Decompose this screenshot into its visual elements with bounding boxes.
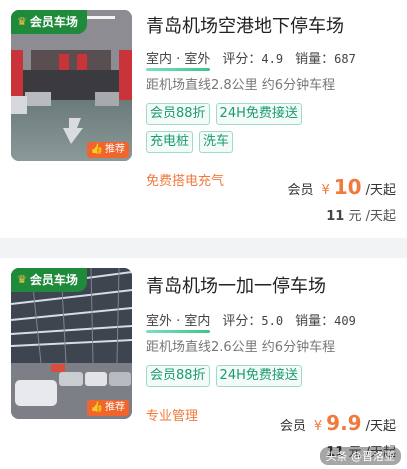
listing-meta: 室外 · 室内 评分：5.0 销量：409	[146, 310, 356, 333]
recommend-label: 推荐	[105, 144, 125, 155]
location-type: 室外 · 室内	[146, 310, 211, 333]
member-lot-badge: ♛ 会员车场	[11, 10, 87, 34]
listing-title[interactable]: 青岛机场一加一停车场	[146, 272, 326, 298]
card-separator	[0, 238, 407, 258]
member-lot-badge: ♛ 会员车场	[11, 268, 87, 292]
listing-meta: 室内 · 室外 评分：4.9 销量：687	[146, 48, 356, 71]
recommend-label: 推荐	[105, 402, 125, 413]
distance-info: 距机场直线2.6公里 约6分钟车程	[146, 340, 336, 355]
sales-label: 销量：	[295, 52, 335, 67]
member-price: 会员 ¥ 9.9 /天起	[280, 411, 396, 435]
tag-member-discount: 会员88折	[146, 103, 210, 125]
tag-shuttle: 24H免费接送	[215, 103, 302, 125]
member-badge-label: 会员车场	[29, 273, 78, 287]
original-price-unit: 元 /天起	[348, 209, 396, 224]
promo-text: 免费搭电充气	[146, 174, 225, 189]
distance-info: 距机场直线2.8公里 约6分钟车程	[146, 78, 336, 93]
sales-value: 687	[334, 52, 356, 66]
recommend-badge: 👍 推荐	[86, 142, 129, 158]
member-price-label: 会员	[287, 183, 314, 198]
member-price-label: 会员	[279, 419, 306, 434]
rating-value: 5.0	[261, 314, 284, 328]
tag-shuttle: 24H免费接送	[215, 365, 302, 387]
tag-car-wash: 洗车	[199, 131, 234, 153]
rating-value: 4.9	[261, 52, 284, 66]
original-price: 11 元 /天起	[326, 205, 396, 224]
member-price-value: 9.9	[326, 411, 362, 435]
source-watermark: 头条 @晋洛亚	[319, 447, 401, 465]
listing-title[interactable]: 青岛机场空港地下停车场	[146, 12, 344, 38]
feature-tags: 会员88折 24H免费接送	[146, 365, 326, 387]
parking-listing-card[interactable]: ♛ 会员车场 👍 推荐 青岛机场一加一停车场 室外 · 室内 评分：5.0 销量…	[0, 258, 407, 469]
crown-icon: ♛	[17, 15, 27, 28]
location-type: 室内 · 室外	[146, 48, 211, 71]
crown-icon: ♛	[17, 273, 27, 286]
member-price: 会员 ¥ 10 /天起	[287, 175, 396, 199]
sales-label: 销量：	[295, 314, 335, 329]
recommend-badge: 👍 推荐	[86, 400, 129, 416]
promo-text: 专业管理	[146, 409, 199, 424]
tag-member-discount: 会员88折	[146, 365, 210, 387]
rating: 评分：4.9	[222, 48, 283, 70]
sales: 销量：409	[295, 310, 356, 332]
price-unit: /天起	[365, 419, 396, 434]
rating-label: 评分：	[222, 314, 262, 329]
parking-photo[interactable]: ♛ 会员车场 👍 推荐	[11, 10, 132, 161]
price-unit: /天起	[365, 183, 396, 198]
parking-listing-card[interactable]: ♛ 会员车场 👍 推荐 青岛机场空港地下停车场 室内 · 室外 评分：4.9 销…	[0, 0, 407, 238]
rating: 评分：5.0	[222, 310, 283, 332]
parking-photo[interactable]: ♛ 会员车场 👍 推荐	[11, 268, 132, 419]
sales-value: 409	[334, 314, 356, 328]
currency-symbol: ¥	[321, 183, 330, 198]
thumbs-up-icon: 👍	[90, 402, 103, 413]
currency-symbol: ¥	[313, 419, 323, 434]
feature-tags: 会员88折 24H免费接送 充电桩 洗车	[146, 103, 326, 153]
sales: 销量：687	[295, 48, 356, 70]
original-price-value: 11	[326, 209, 345, 224]
thumbs-up-icon: 👍	[90, 144, 103, 155]
member-badge-label: 会员车场	[29, 15, 78, 29]
member-price-value: 10	[333, 175, 362, 199]
tag-charging: 充电桩	[146, 131, 194, 153]
rating-label: 评分：	[222, 52, 262, 67]
